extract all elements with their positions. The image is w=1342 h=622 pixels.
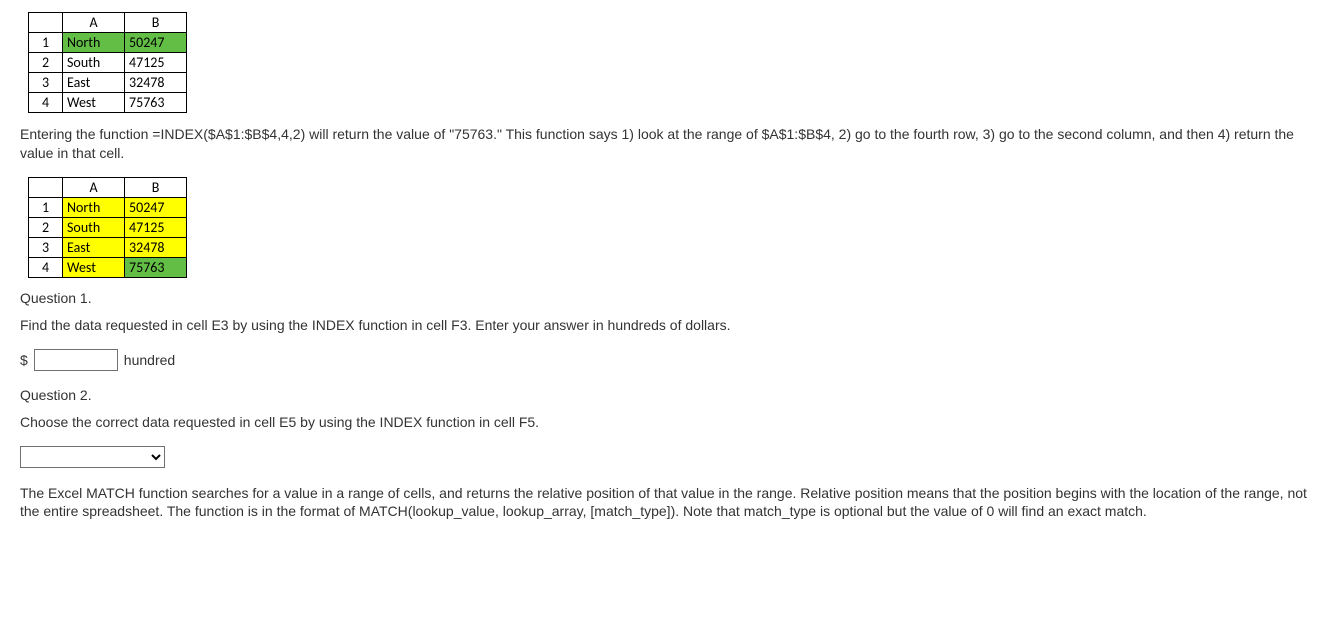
cell-a2: South	[63, 217, 125, 237]
q1-hundred-suffix: hundred	[124, 352, 175, 368]
row-header: 3	[29, 237, 63, 257]
row-header: 2	[29, 53, 63, 73]
cell-a4: West	[63, 93, 125, 113]
col-header-a: A	[63, 13, 125, 33]
q1-answer-input[interactable]	[34, 349, 118, 371]
table-row: 2 South 47125	[29, 217, 187, 237]
spreadsheet-table-2: A B 1 North 50247 2 South 47125 3 East 3…	[28, 177, 187, 278]
corner-cell	[29, 177, 63, 197]
cell-b1: 50247	[125, 33, 187, 53]
table-row: 3 East 32478	[29, 237, 187, 257]
cell-a2: South	[63, 53, 125, 73]
col-header-a: A	[63, 177, 125, 197]
cell-a1: North	[63, 33, 125, 53]
table-row: 1 North 50247	[29, 197, 187, 217]
question-2-title: Question 2.	[20, 387, 1320, 403]
cell-a3: East	[63, 73, 125, 93]
cell-a3: East	[63, 237, 125, 257]
cell-b1: 50247	[125, 197, 187, 217]
row-header: 2	[29, 217, 63, 237]
table-row: 2 South 47125	[29, 53, 187, 73]
table-header-row: A B	[29, 13, 187, 33]
cell-b4: 75763	[125, 257, 187, 277]
cell-b4: 75763	[125, 93, 187, 113]
col-header-b: B	[125, 177, 187, 197]
cell-a4: West	[63, 257, 125, 277]
row-header: 1	[29, 197, 63, 217]
cell-b2: 47125	[125, 217, 187, 237]
row-header: 1	[29, 33, 63, 53]
spreadsheet-table-1: A B 1 North 50247 2 South 47125 3 East 3…	[28, 12, 187, 113]
q1-dollar-prefix: $	[20, 352, 28, 368]
cell-a1: North	[63, 197, 125, 217]
row-header: 4	[29, 257, 63, 277]
table-row: 3 East 32478	[29, 73, 187, 93]
cell-b3: 32478	[125, 73, 187, 93]
question-2-prompt: Choose the correct data requested in cel…	[20, 413, 1320, 432]
question-1-title: Question 1.	[20, 290, 1320, 306]
q2-answer-select[interactable]	[20, 446, 165, 468]
question-1-prompt: Find the data requested in cell E3 by us…	[20, 316, 1320, 335]
paragraph-index-explanation: Entering the function =INDEX($A$1:$B$4,4…	[20, 125, 1320, 163]
row-header: 3	[29, 73, 63, 93]
corner-cell	[29, 13, 63, 33]
table-row: 4 West 75763	[29, 93, 187, 113]
table-row: 1 North 50247	[29, 33, 187, 53]
table-row: 4 West 75763	[29, 257, 187, 277]
cell-b3: 32478	[125, 237, 187, 257]
cell-b2: 47125	[125, 53, 187, 73]
col-header-b: B	[125, 13, 187, 33]
table-header-row: A B	[29, 177, 187, 197]
paragraph-match-explanation: The Excel MATCH function searches for a …	[20, 484, 1320, 522]
row-header: 4	[29, 93, 63, 113]
